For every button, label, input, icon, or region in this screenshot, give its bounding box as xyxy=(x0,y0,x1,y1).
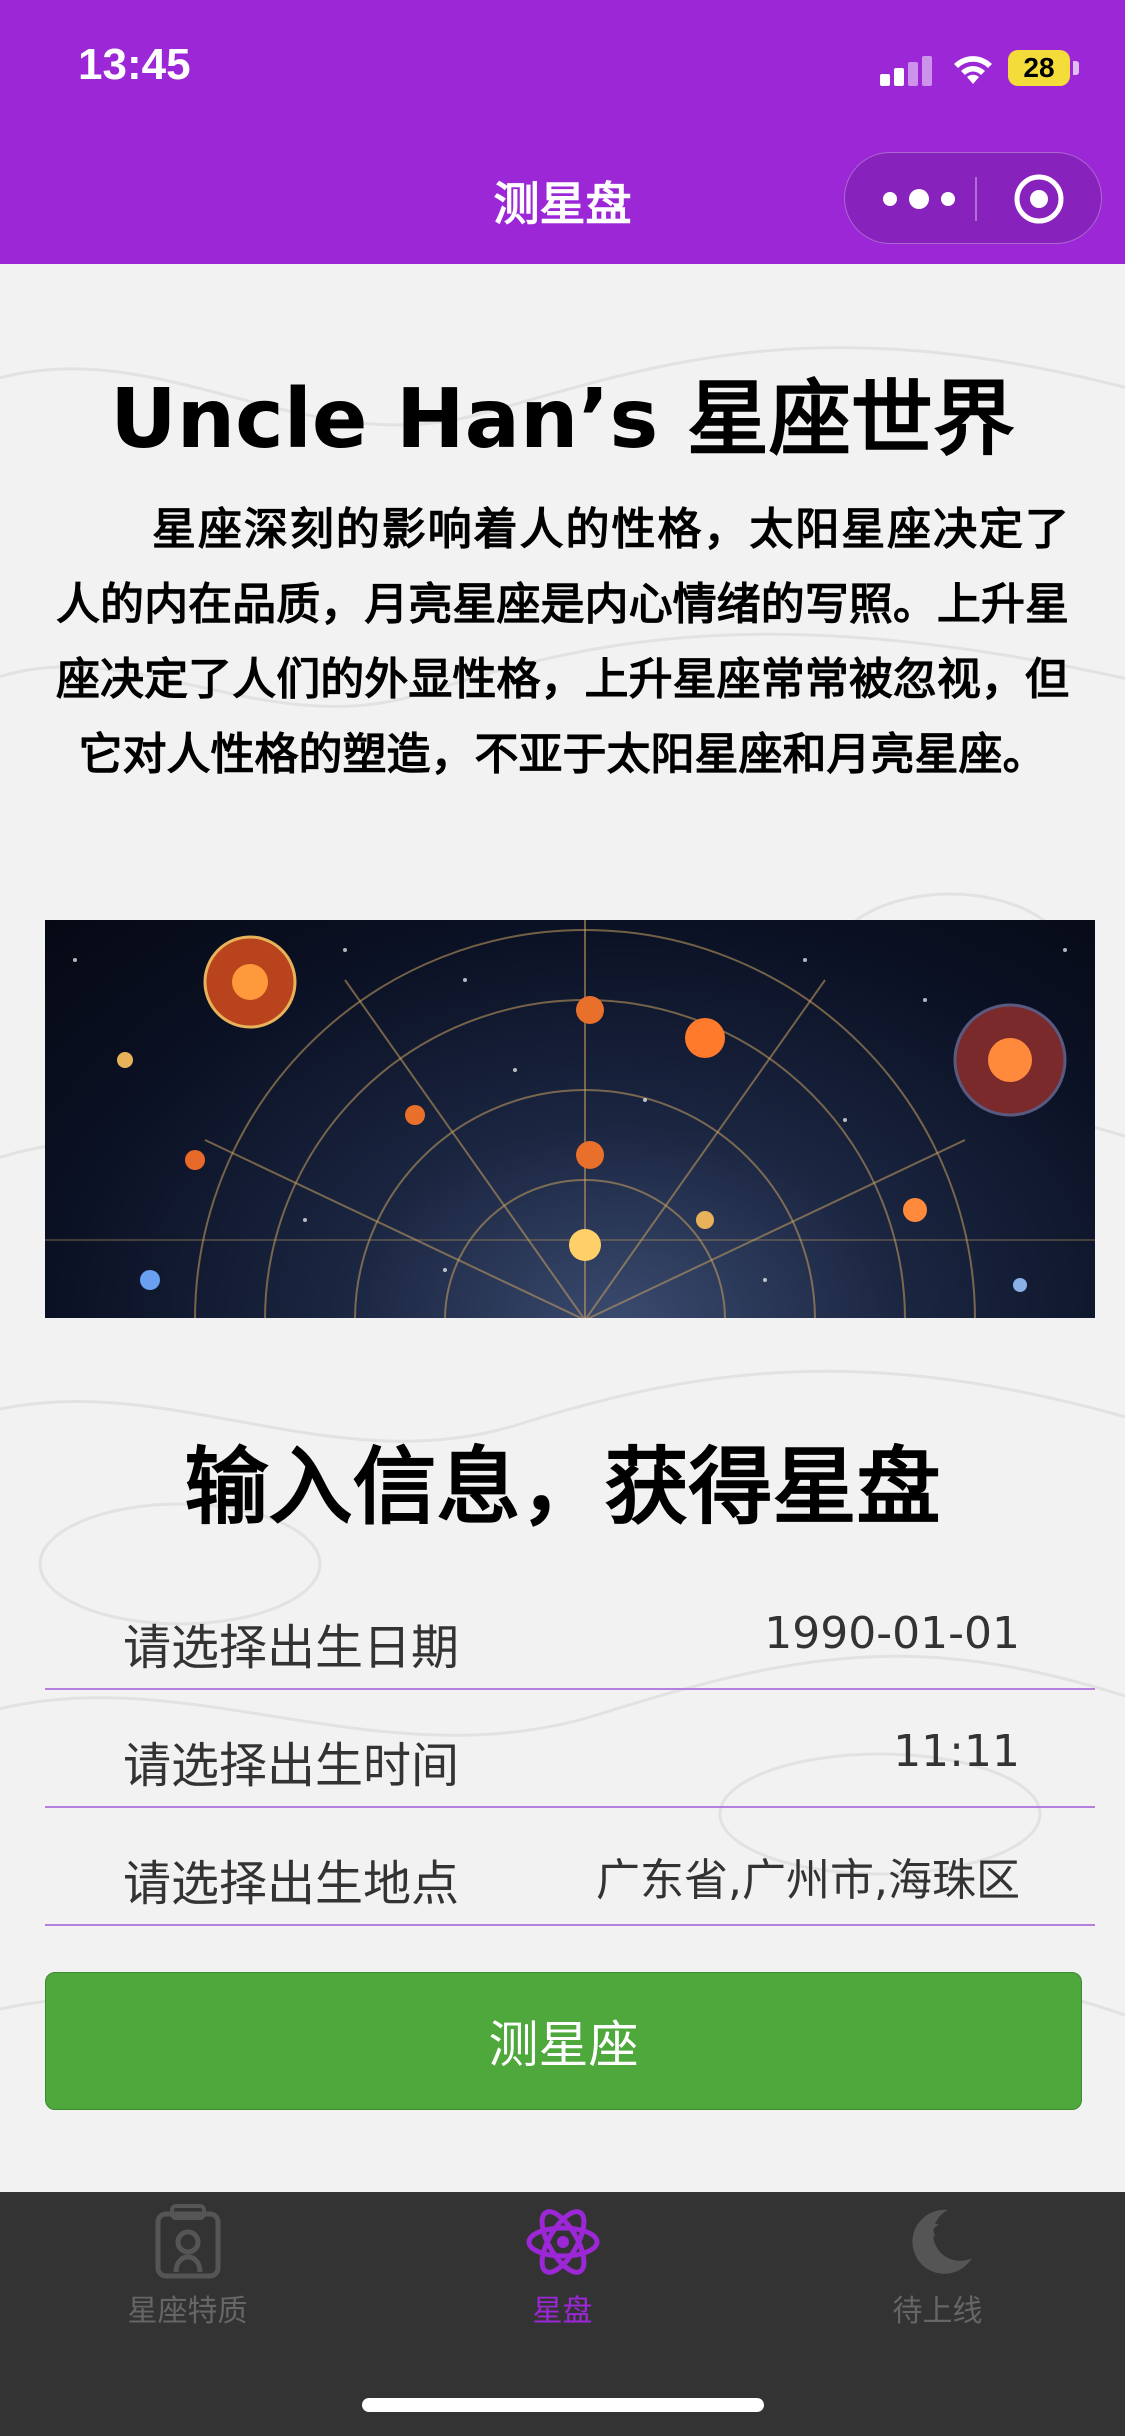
moon-star-icon xyxy=(911,2209,972,2274)
atom-star-icon xyxy=(526,2209,599,2275)
mini-program-capsule xyxy=(844,152,1102,244)
tab-label: 星盘 xyxy=(532,2294,593,2329)
portrait-icon xyxy=(155,2204,220,2279)
tab-label: 星座特质 xyxy=(127,2294,248,2329)
birth-place-value: 广东省,广州市,海珠区 xyxy=(596,1855,1020,1906)
status-time: 13:45 xyxy=(78,40,191,89)
birth-date-picker[interactable]: 请选择出生日期 1990-01-01 xyxy=(45,1572,1095,1690)
tab-label: 待上线 xyxy=(892,2294,983,2329)
birth-place-label: 请选择出生地点 xyxy=(123,1856,460,1912)
birth-time-picker[interactable]: 请选择出生时间 11:11 xyxy=(45,1690,1095,1808)
birth-date-value: 1990-01-01 xyxy=(764,1608,1020,1659)
submit-button[interactable]: 测星座 xyxy=(45,1972,1082,2110)
battery-tip xyxy=(1073,61,1079,75)
birth-time-label: 请选择出生时间 xyxy=(123,1738,460,1794)
battery-icon: 28 xyxy=(1008,50,1070,86)
cellular-signal-icon xyxy=(880,52,940,86)
tab-star-chart[interactable]: 星盘 xyxy=(375,2202,750,2352)
close-target-icon[interactable] xyxy=(1013,173,1065,225)
star-chart-illustration xyxy=(45,920,1095,1318)
tab-constellation-traits[interactable]: 星座特质 xyxy=(0,2202,375,2352)
form-title: 输入信息，获得星盘 xyxy=(184,1438,941,1536)
hero-intro-text: 星座深刻的影响着人的性格，太阳星座决定了人的内在品质，月亮星座是内心情绪的写照。… xyxy=(56,504,1069,780)
birth-place-picker[interactable]: 请选择出生地点 广东省,广州市,海珠区 xyxy=(45,1808,1095,1926)
birth-date-label: 请选择出生日期 xyxy=(123,1620,460,1676)
hero-title: Uncle Han’s 星座世界 xyxy=(110,372,1015,467)
home-indicator xyxy=(362,2398,764,2412)
tab-coming-soon[interactable]: 待上线 xyxy=(750,2202,1125,2352)
astrology-banner-image xyxy=(45,920,1095,1318)
capsule-divider xyxy=(975,177,977,221)
navigation-bar: 13:45 28 测星盘 xyxy=(0,0,1125,264)
birth-time-value: 11:11 xyxy=(893,1726,1020,1777)
more-icon[interactable] xyxy=(883,179,955,219)
wifi-icon xyxy=(954,56,992,84)
